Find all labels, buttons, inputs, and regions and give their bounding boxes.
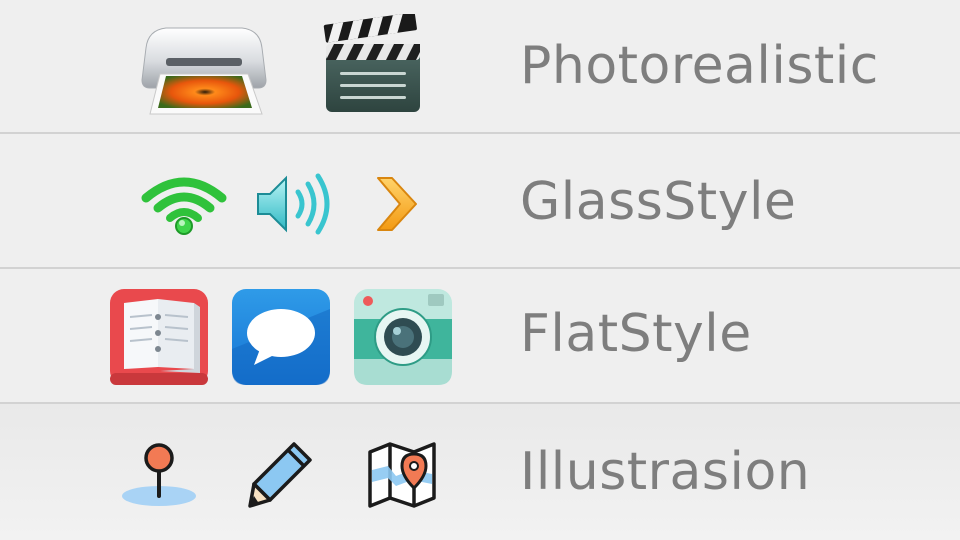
printer-icon bbox=[141, 27, 267, 115]
style-row-photorealistic: Photorealistic bbox=[0, 0, 960, 134]
clapperboard-icon bbox=[323, 14, 420, 112]
camera-icon bbox=[354, 289, 452, 385]
map-pin-icon bbox=[122, 443, 196, 506]
pencil-icon bbox=[248, 442, 312, 508]
style-row-illustrasion: Illustrasion bbox=[0, 404, 960, 540]
style-row-glassstyle: GlassStyle bbox=[0, 134, 960, 269]
chat-bubble-icon bbox=[232, 289, 330, 385]
row-label: GlassStyle bbox=[520, 172, 797, 232]
chevron-right-icon bbox=[377, 177, 417, 231]
row-label: FlatStyle bbox=[520, 304, 752, 364]
speaker-icon bbox=[257, 173, 330, 235]
style-row-flatstyle: FlatStyle bbox=[0, 269, 960, 404]
row-label: Photorealistic bbox=[520, 36, 879, 96]
row-label: Illustrasion bbox=[520, 442, 811, 502]
notebook-icon bbox=[110, 289, 208, 385]
wifi-icon bbox=[141, 177, 227, 235]
folded-map-icon bbox=[368, 442, 436, 508]
